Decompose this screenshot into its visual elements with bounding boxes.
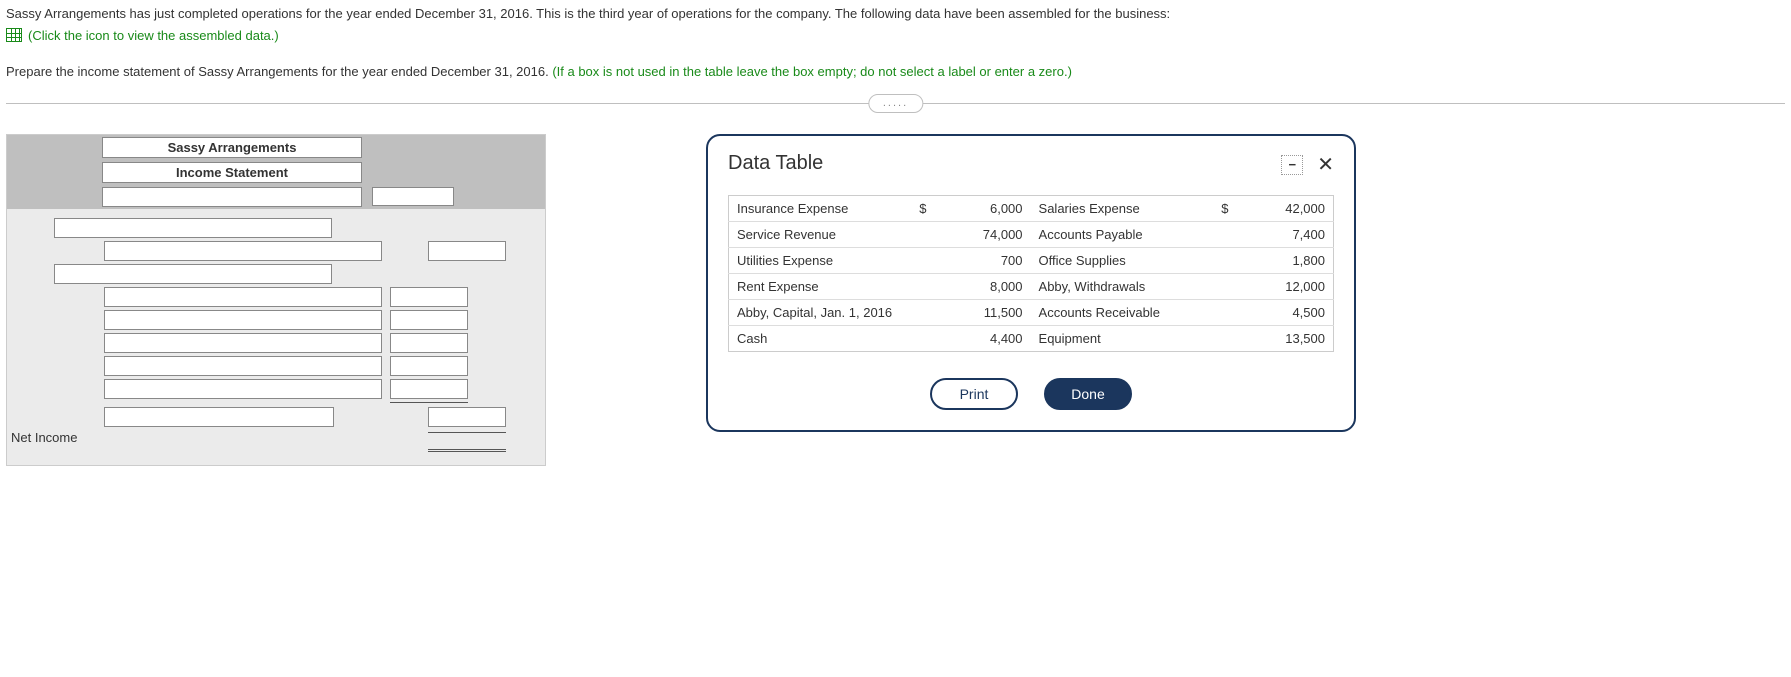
stmt-row-amount[interactable]	[390, 310, 468, 330]
stmt-row-amount[interactable]	[428, 241, 506, 261]
section-divider: .....	[6, 103, 1785, 104]
stmt-row-label[interactable]	[104, 333, 382, 353]
prepare-instruction: Prepare the income statement of Sassy Ar…	[6, 62, 1785, 82]
stmt-row-amount[interactable]	[390, 287, 468, 307]
print-button[interactable]: Print	[930, 378, 1018, 410]
stmt-row-amount[interactable]	[390, 379, 468, 399]
table-row: Service Revenue 74,000 Accounts Payable …	[729, 222, 1334, 248]
assembled-data-link[interactable]: (Click the icon to view the assembled da…	[6, 26, 279, 46]
stmt-row-label[interactable]	[104, 287, 382, 307]
data-table-dialog: Data Table − ✕ Insurance Expense $ 6,000…	[706, 134, 1356, 432]
intro-text: Sassy Arrangements has just completed op…	[6, 4, 1785, 24]
table-row: Rent Expense 8,000 Abby, Withdrawals 12,…	[729, 274, 1334, 300]
click-icon-text: (Click the icon to view the assembled da…	[28, 26, 279, 46]
stmt-row-amount[interactable]	[428, 407, 506, 427]
stmt-header-amount[interactable]	[372, 187, 454, 206]
net-income-amount[interactable]	[428, 432, 506, 452]
dialog-title: Data Table	[728, 152, 823, 175]
stmt-row-amount[interactable]	[390, 356, 468, 376]
grid-icon	[6, 28, 22, 42]
stmt-title-type: Income Statement	[102, 162, 362, 183]
table-row: Cash 4,400 Equipment 13,500	[729, 326, 1334, 352]
divider-handle[interactable]: .....	[868, 94, 923, 112]
data-table: Insurance Expense $ 6,000 Salaries Expen…	[728, 195, 1334, 352]
close-icon[interactable]: ✕	[1317, 152, 1334, 177]
stmt-row-label[interactable]	[54, 264, 332, 284]
minimize-icon[interactable]: −	[1281, 155, 1303, 175]
income-statement-template: Sassy Arrangements Income Statement	[6, 134, 546, 466]
stmt-row-label[interactable]	[104, 379, 382, 399]
net-income-label: Net Income	[11, 430, 96, 445]
table-row: Abby, Capital, Jan. 1, 2016 11,500 Accou…	[729, 300, 1334, 326]
stmt-row-label[interactable]	[104, 310, 382, 330]
stmt-row-label[interactable]	[104, 241, 382, 261]
table-row: Utilities Expense 700 Office Supplies 1,…	[729, 248, 1334, 274]
table-row: Insurance Expense $ 6,000 Salaries Expen…	[729, 196, 1334, 222]
done-button[interactable]: Done	[1044, 378, 1132, 410]
stmt-row-label[interactable]	[104, 356, 382, 376]
subtotal-rule	[390, 402, 468, 404]
stmt-row-label[interactable]	[104, 407, 334, 427]
stmt-row-amount[interactable]	[390, 333, 468, 353]
stmt-row-label[interactable]	[54, 218, 332, 238]
stmt-date-input[interactable]	[102, 187, 362, 207]
stmt-title-company: Sassy Arrangements	[102, 137, 362, 158]
